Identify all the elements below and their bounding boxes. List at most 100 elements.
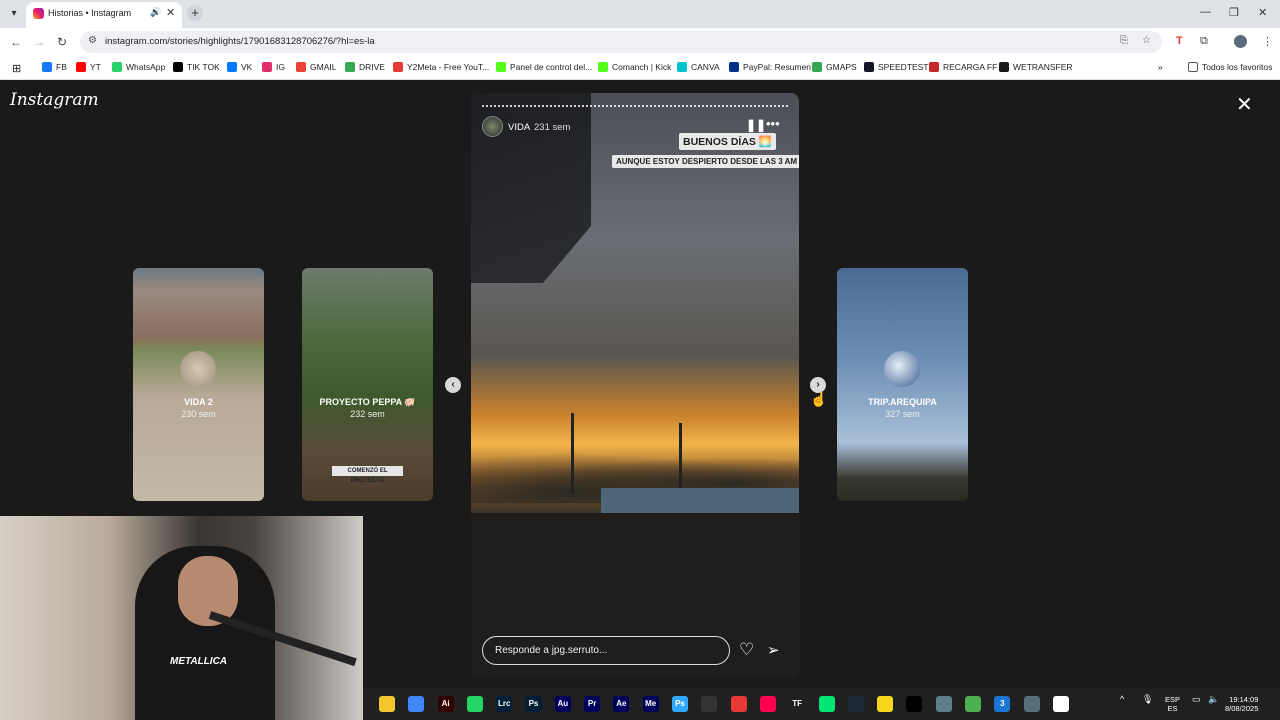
bookmark-label: FB	[56, 62, 67, 72]
new-tab-button[interactable]: +	[187, 5, 203, 21]
tab-search-icon[interactable]: ▾	[6, 6, 22, 22]
bookmark-label: SPEEDTEST	[878, 62, 929, 72]
story-preview-proyecto-peppa[interactable]: PROYECTO PEPPA 🐖 232 sem COMENZÓ EL PROY…	[302, 268, 433, 501]
bookmark-favicon-icon	[598, 62, 608, 72]
language-indicator[interactable]: ESP ES	[1165, 695, 1180, 713]
taskbar-app-icon[interactable]	[701, 696, 718, 712]
back-icon[interactable]: ←	[10, 35, 22, 49]
instagram-favicon-icon	[33, 8, 44, 19]
bookmark-label: PayPal: Resumen	[743, 62, 812, 72]
bookmark-item[interactable]: GMAIL	[296, 62, 336, 72]
volume-icon[interactable]: 🔈	[1208, 695, 1219, 704]
story-avatar[interactable]	[482, 116, 503, 137]
taskbar-app-icon[interactable]: Ps	[672, 696, 688, 712]
instagram-logo[interactable]: Instagram	[10, 90, 99, 110]
taskbar-app-icon[interactable]: Ai	[437, 696, 454, 712]
browser-tab[interactable]: Historias • Instagram 🔊 ✕	[26, 2, 182, 28]
active-story[interactable]: VIDA 231 sem ❚❚ ••• BUENOS DÍAS 🌅 AUNQUE…	[471, 93, 799, 678]
forward-icon[interactable]: →	[33, 35, 45, 49]
bookmark-item[interactable]: TIK TOK	[173, 62, 220, 72]
taskbar-app-icon[interactable]	[1052, 696, 1069, 712]
bookmark-favicon-icon	[677, 62, 687, 72]
webcam-overlay: METALLICA	[0, 516, 363, 720]
bookmark-favicon-icon	[173, 62, 183, 72]
taskbar-app-icon[interactable]	[730, 696, 747, 712]
taskbar-app-icon[interactable]: Pr	[584, 696, 601, 712]
mic-tray-icon[interactable]: 🎙	[1142, 695, 1153, 704]
bookmark-item[interactable]: VK	[227, 62, 252, 72]
bookmark-favicon-icon	[393, 62, 403, 72]
taskbar-app-icon[interactable]	[379, 696, 395, 712]
taskbar-app-icon[interactable]: Ae	[613, 696, 630, 712]
taskbar-app-icon[interactable]: Me	[642, 696, 659, 712]
taskbar-app-icon[interactable]	[847, 696, 864, 712]
heart-icon[interactable]: ♡	[739, 640, 754, 660]
extension-icon[interactable]: T	[1176, 35, 1183, 47]
taskbar-app-icon[interactable]	[818, 696, 835, 712]
story-preview-trip-arequipa[interactable]: TRIP.AREQUIPA 327 sem	[837, 268, 968, 501]
taskbar-app-icon[interactable]: Ps	[525, 696, 542, 712]
bookmark-item[interactable]: SPEEDTEST	[864, 62, 929, 72]
bookmark-item[interactable]: FB	[42, 62, 67, 72]
bookmark-star-icon[interactable]: ☆	[1142, 35, 1151, 46]
taskbar-app-icon[interactable]: 3	[994, 696, 1011, 712]
close-stories-icon[interactable]: ✕	[1236, 92, 1253, 117]
bookmark-item[interactable]: RECARGA FF	[929, 62, 997, 72]
site-info-icon[interactable]: ⚙	[88, 35, 97, 46]
taskbar-app-icon[interactable]	[935, 696, 952, 712]
bookmark-item[interactable]: PayPal: Resumen	[729, 62, 811, 72]
all-favorites-label: Todos los favoritos	[1202, 62, 1273, 72]
bookmark-item[interactable]: GMAPS	[812, 62, 857, 72]
bookmark-item[interactable]: Y2Meta - Free YouT...	[393, 62, 489, 72]
send-icon[interactable]: ➢	[767, 641, 780, 659]
taskbar-app-icon[interactable]	[408, 696, 425, 712]
taskbar-app-icon[interactable]	[759, 696, 776, 712]
bookmark-label: RECARGA FF	[943, 62, 998, 72]
previous-story-button[interactable]: ‹	[445, 377, 461, 393]
taskbar-app-icon[interactable]: Lrc	[496, 696, 513, 712]
bookmark-label: DRIVE	[359, 62, 385, 72]
bookmark-item[interactable]: WETRANSFER	[999, 62, 1073, 72]
taskbar-app-icon[interactable]: TF	[789, 696, 806, 712]
restore-icon[interactable]: ❐	[1229, 6, 1239, 19]
menu-icon[interactable]: ⋮	[1262, 35, 1273, 48]
taskbar-app-icon[interactable]	[906, 696, 923, 712]
bookmark-item[interactable]: DRIVE	[345, 62, 385, 72]
bookmark-favicon-icon	[496, 62, 506, 72]
tab-close-icon[interactable]: ✕	[166, 6, 175, 19]
network-icon[interactable]: ▭	[1192, 695, 1201, 704]
bookmark-label: YT	[90, 62, 101, 72]
preview-avatar	[884, 351, 920, 387]
taskbar-app-icon[interactable]	[466, 696, 483, 712]
bookmark-item[interactable]: Comanch | Kick	[598, 62, 671, 72]
profile-avatar[interactable]	[1234, 35, 1247, 48]
more-options-icon[interactable]: •••	[766, 116, 780, 131]
tray-chevron-icon[interactable]: ^	[1120, 695, 1124, 704]
bookmark-item[interactable]: CANVA	[677, 62, 720, 72]
more-bookmarks-icon[interactable]: »	[1158, 62, 1163, 72]
story-username[interactable]: VIDA	[508, 122, 530, 133]
clock[interactable]: 19:14:09 8/08/2025	[1225, 695, 1258, 713]
bookmark-item[interactable]: WhatsApp	[112, 62, 165, 72]
address-bar[interactable]: ⚙ instagram.com/stories/highlights/17901…	[80, 31, 1162, 53]
extensions-puzzle-icon[interactable]: ⧉	[1200, 35, 1208, 48]
bookmark-item[interactable]: IG	[262, 62, 285, 72]
all-favorites-folder[interactable]: Todos los favoritos	[1188, 62, 1272, 72]
bookmark-label: CANVA	[691, 62, 720, 72]
pause-icon[interactable]: ❚❚	[746, 118, 766, 132]
audio-playing-icon[interactable]: 🔊	[150, 7, 161, 18]
apps-grid-icon[interactable]: ⊞	[12, 62, 21, 75]
minimize-icon[interactable]: —	[1200, 6, 1211, 18]
story-preview-vida-2[interactable]: VIDA 2 230 sem	[133, 268, 264, 501]
bookmark-item[interactable]: Panel de control del...	[496, 62, 592, 72]
taskbar-app-icon[interactable]: Au	[554, 696, 571, 712]
url-text: instagram.com/stories/highlights/1790168…	[105, 36, 375, 47]
taskbar-app-icon[interactable]	[1023, 696, 1040, 712]
bookmark-favicon-icon	[112, 62, 122, 72]
taskbar-app-icon[interactable]	[965, 696, 981, 712]
window-close-icon[interactable]: ✕	[1258, 6, 1267, 19]
bookmark-item[interactable]: YT	[76, 62, 101, 72]
install-app-icon[interactable]: ⎘	[1120, 35, 1128, 46]
reload-icon[interactable]: ↻	[57, 35, 67, 49]
taskbar-app-icon[interactable]	[877, 696, 894, 712]
